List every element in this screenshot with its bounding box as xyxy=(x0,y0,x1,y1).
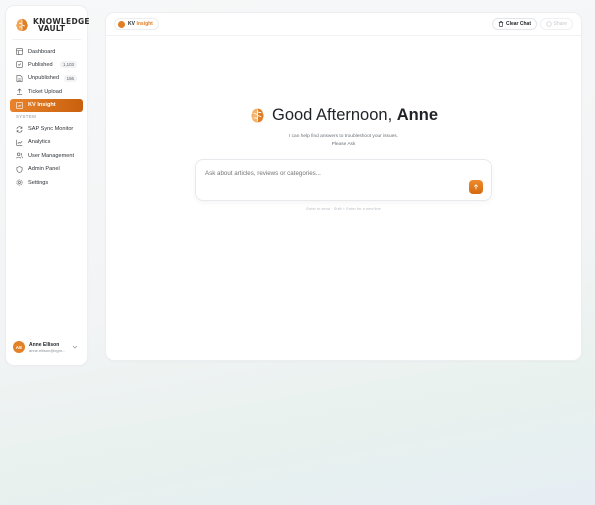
greeting: Good Afternoon, Anne xyxy=(106,106,581,125)
sidebar-item-kv-insight[interactable]: KV Insight xyxy=(10,98,83,112)
count-badge: 1,103 xyxy=(60,61,77,69)
chip-label: Insight xyxy=(136,21,153,27)
doc-icon xyxy=(16,74,23,82)
share-icon xyxy=(546,21,552,27)
sidebar-item-label: Admin Panel xyxy=(28,166,60,173)
logo-text: KNOWLEDGE VAULT xyxy=(33,17,90,33)
upload-icon xyxy=(16,88,23,95)
sidebar-item-label: Unpublished xyxy=(28,75,60,82)
share-button[interactable]: Share xyxy=(539,18,573,30)
sidebar-item-sap-sync[interactable]: SAP Sync Monitor xyxy=(10,123,83,136)
clear-chat-button[interactable]: Clear Chat xyxy=(491,18,537,30)
chat-input-box[interactable] xyxy=(195,159,492,201)
sidebar-item-label: Dashboard xyxy=(28,48,56,55)
sidebar-item-label: KV Insight xyxy=(28,102,56,109)
chip-prefix: KV xyxy=(128,21,135,27)
chart-icon xyxy=(16,139,23,146)
brain-icon xyxy=(251,108,264,123)
main-panel: KV Insight Clear Chat Share Good Afterno… xyxy=(106,13,581,360)
greeting-text: Good Afternoon, Anne xyxy=(271,106,439,124)
sidebar-item-label: Published xyxy=(28,61,53,68)
chat-input[interactable] xyxy=(205,170,455,177)
main-header: KV Insight Clear Chat Share xyxy=(106,13,581,36)
kv-logo-icon xyxy=(118,20,125,28)
sidebar-item-unpublished[interactable]: Unpublished 156 xyxy=(10,72,83,85)
user-email: anne.ellison@cgm... xyxy=(29,347,66,353)
users-icon xyxy=(16,152,23,159)
sidebar-item-admin-panel[interactable]: Admin Panel xyxy=(10,163,83,176)
logo[interactable]: KNOWLEDGE VAULT xyxy=(14,16,90,34)
sidebar-item-analytics[interactable]: Analytics xyxy=(10,136,83,149)
sidebar-item-label: User Management xyxy=(28,152,75,159)
brain-logo-icon xyxy=(16,19,28,31)
count-badge: 156 xyxy=(63,74,77,82)
user-profile[interactable]: AE Anne Ellison anne.ellison@cgm... xyxy=(12,338,81,356)
section-label-system: SYSTEM xyxy=(16,113,37,119)
sidebar-item-label: SAP Sync Monitor xyxy=(28,126,74,133)
send-button[interactable] xyxy=(469,180,483,194)
divider xyxy=(12,39,81,40)
sidebar-item-dashboard[interactable]: Dashboard xyxy=(10,45,83,58)
doc-check-icon xyxy=(16,61,23,69)
greeting-name: Anne xyxy=(396,106,439,124)
sidebar: KNOWLEDGE VAULT Dashboard Published 1,10… xyxy=(6,6,90,365)
sidebar-item-label: Analytics xyxy=(28,139,51,146)
sidebar-item-published[interactable]: Published 1,103 xyxy=(10,58,83,71)
greeting-subtitle: I can help find answers to troubleshoot … xyxy=(288,134,399,147)
arrow-up-icon xyxy=(473,184,479,190)
grid-icon xyxy=(16,48,23,55)
trash-icon xyxy=(498,21,504,27)
kv-insight-chip: KV Insight xyxy=(114,18,159,30)
sidebar-item-settings[interactable]: Settings xyxy=(10,176,83,189)
user-info: Anne Ellison anne.ellison@cgm... xyxy=(29,342,65,353)
shield-icon xyxy=(16,165,23,173)
share-label: Share xyxy=(553,21,567,27)
input-hint: Enter to send · Shift + Enter for a new … xyxy=(306,206,381,211)
chevron-down-icon[interactable] xyxy=(72,344,78,350)
main-nav: Dashboard Published 1,103 Unpublished 15… xyxy=(10,45,83,190)
sidebar-item-user-management[interactable]: User Management xyxy=(10,149,83,162)
avatar: AE xyxy=(13,341,25,353)
sync-icon xyxy=(16,126,23,133)
sidebar-item-label: Ticket Upload xyxy=(28,88,62,95)
gear-icon xyxy=(16,179,23,186)
clear-chat-label: Clear Chat xyxy=(505,21,531,27)
sidebar-item-ticket-upload[interactable]: Ticket Upload xyxy=(10,85,83,98)
insight-icon xyxy=(16,101,23,109)
sidebar-item-label: Settings xyxy=(28,179,49,186)
